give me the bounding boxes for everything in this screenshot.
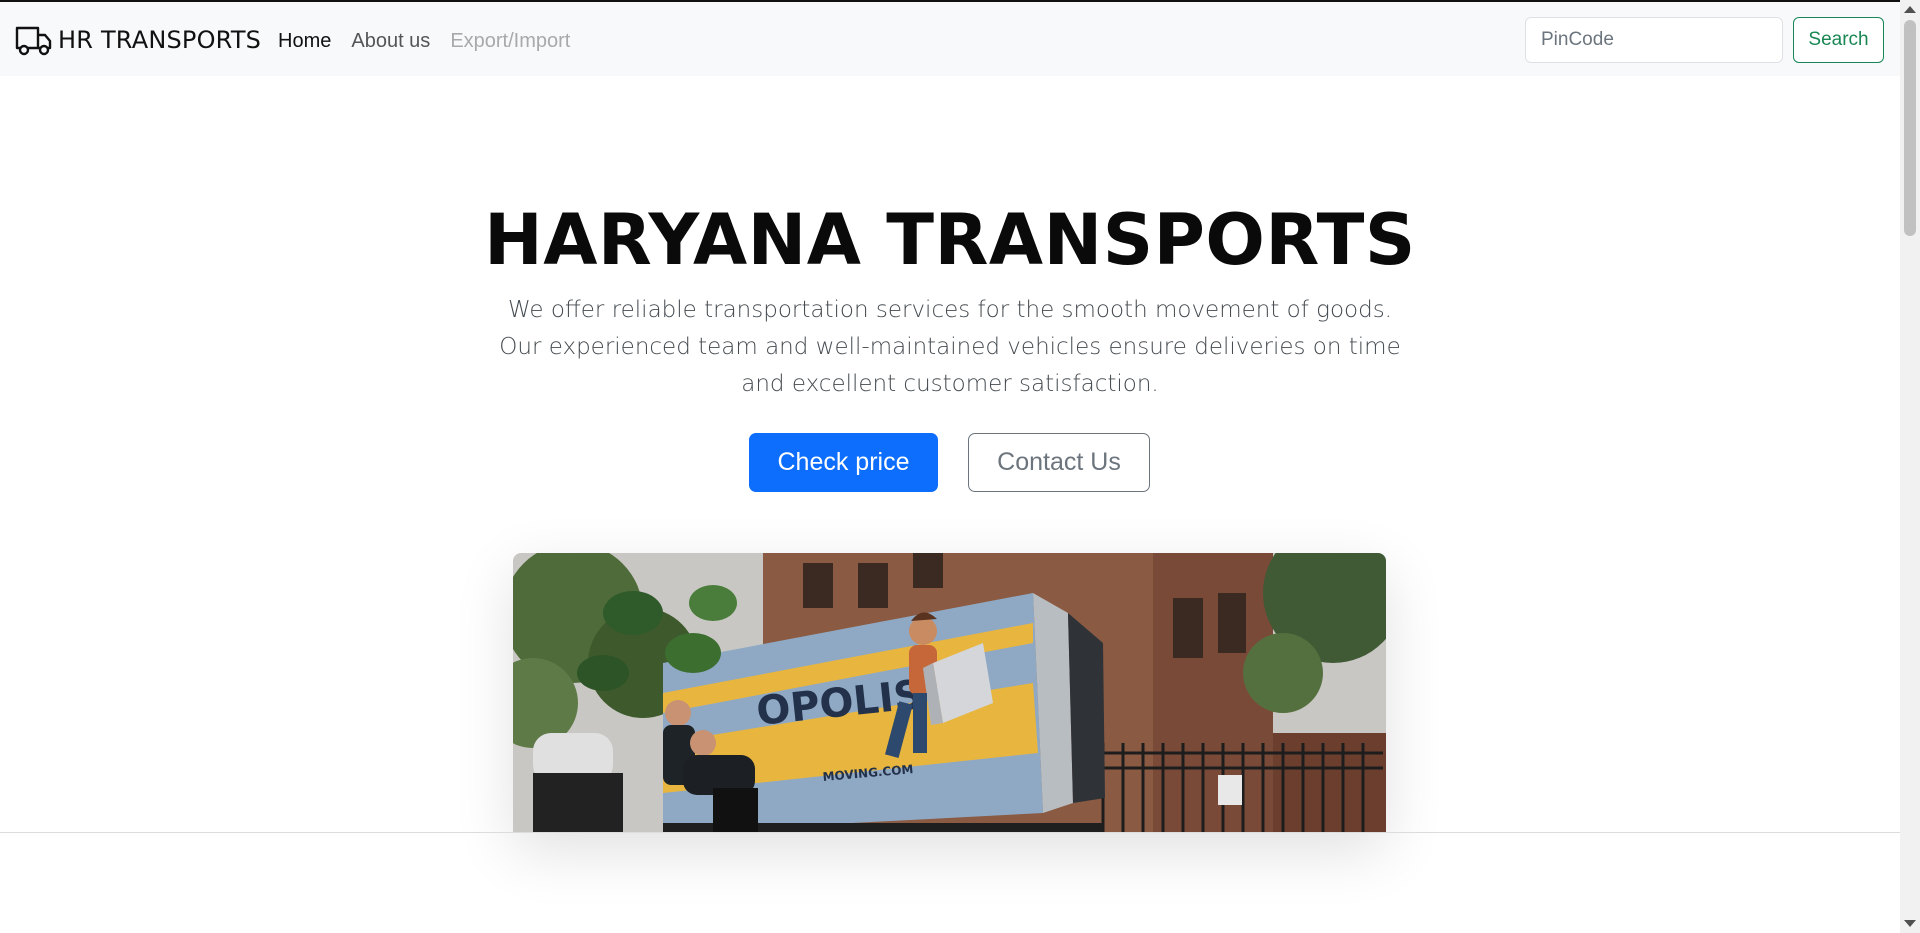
scroll-up-icon[interactable] <box>1904 6 1916 13</box>
page: HR TRANSPORTS Home About us Export/Impor… <box>0 0 1900 933</box>
nav-link-about-us[interactable]: About us <box>351 28 430 54</box>
navbar: HR TRANSPORTS Home About us Export/Impor… <box>0 2 1900 76</box>
hero-description: We offer reliable transportation service… <box>499 297 1401 397</box>
moving-truck-photo: OPOLIS MOVING.COM <box>513 553 1386 833</box>
contact-us-button[interactable]: Contact Us <box>968 433 1150 492</box>
search-button[interactable]: Search <box>1793 17 1884 63</box>
section-divider <box>0 832 1900 833</box>
brand-link[interactable]: HR TRANSPORTS <box>14 24 261 56</box>
nav-link-export-import: Export/Import <box>450 30 571 52</box>
hero-title: HARYANA TRANSPORTS <box>484 199 1416 281</box>
truck-icon <box>14 24 52 56</box>
pincode-search-input[interactable] <box>1525 17 1783 63</box>
vertical-scrollbar[interactable] <box>1900 0 1920 933</box>
brand-name: HR TRANSPORTS <box>58 26 262 54</box>
scroll-down-icon[interactable] <box>1904 920 1916 927</box>
nav-links: Home About us Export/Import <box>278 28 570 54</box>
scrollbar-thumb[interactable] <box>1904 20 1916 236</box>
check-price-button[interactable]: Check price <box>749 433 938 492</box>
nav-link-home[interactable]: Home <box>278 28 331 54</box>
